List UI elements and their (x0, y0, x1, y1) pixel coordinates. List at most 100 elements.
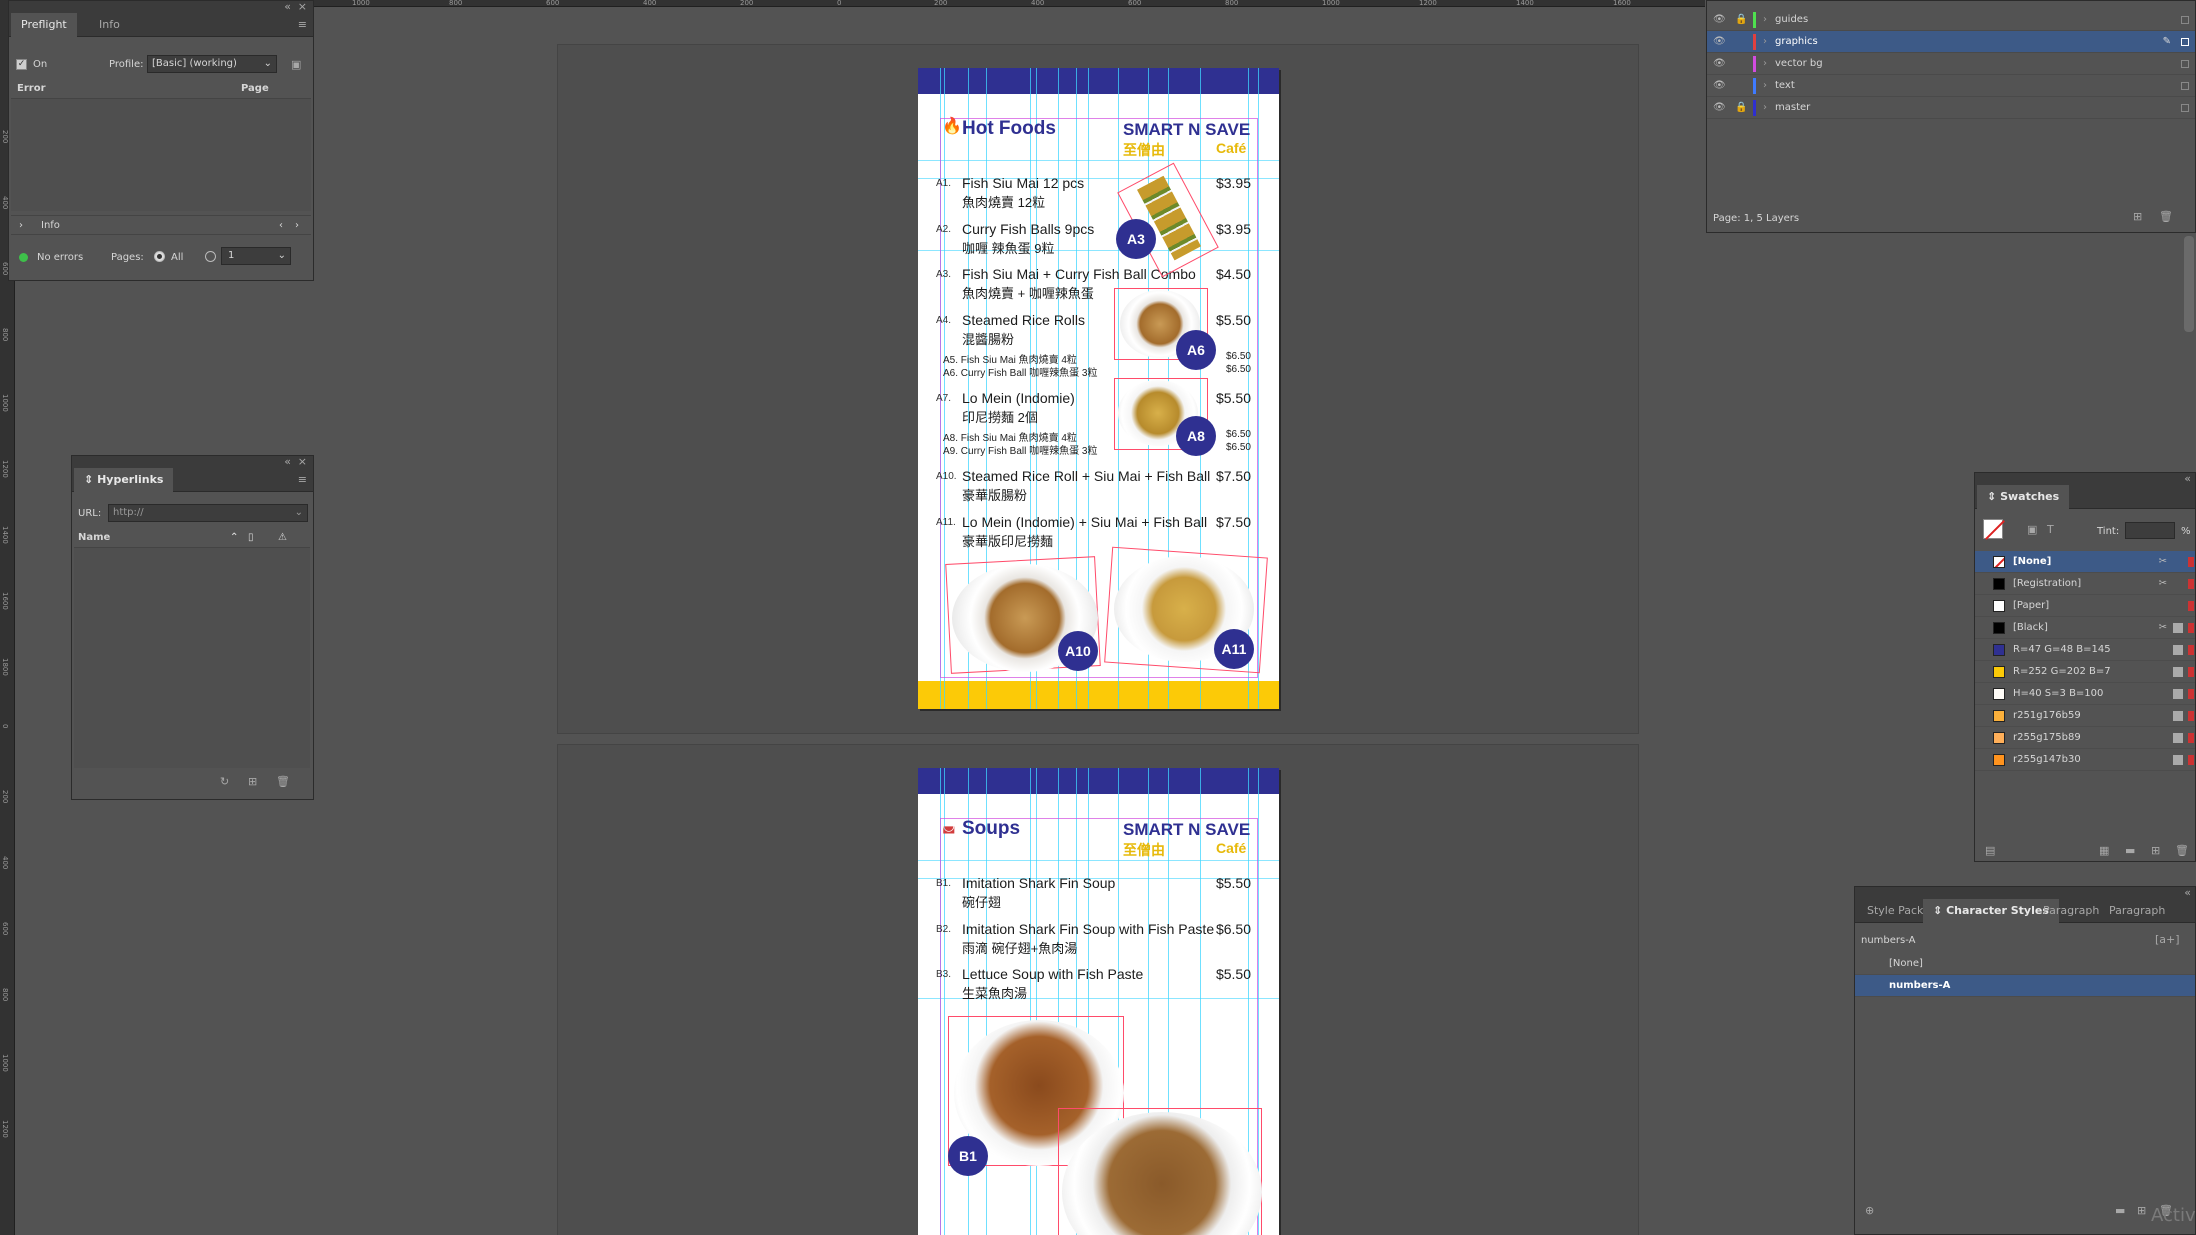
hyperlink-list[interactable] (74, 548, 310, 768)
radio-all[interactable] (154, 251, 165, 262)
panel-header[interactable]: « × (9, 1, 313, 13)
swatch-view-icon[interactable]: ▦ (2099, 845, 2109, 857)
swatch-name: H=40 S=3 B=100 (2013, 688, 2104, 699)
swatch-row[interactable]: r255g147b30 (1975, 749, 2195, 771)
tint-unit: % (2181, 526, 2191, 537)
eye-icon[interactable]: 👁 (1713, 9, 1726, 31)
style-item-numbers-a[interactable]: numbers-A (1855, 975, 2195, 997)
collapse-icon[interactable]: « (284, 456, 291, 468)
show-all-icon[interactable]: ▤ (1985, 845, 1995, 857)
panel-header[interactable]: « (1975, 473, 2195, 485)
layer-row-guides[interactable]: 👁 🔒 › guides (1707, 9, 2195, 31)
layer-row-master[interactable]: 👁 🔒 › master (1707, 97, 2195, 119)
radio-range[interactable] (205, 251, 216, 262)
panel-header[interactable]: « (1855, 887, 2195, 899)
eye-icon[interactable]: 👁 (1713, 97, 1726, 119)
scrollbar-thumb[interactable] (2184, 236, 2194, 332)
style-group-icon[interactable]: ⊕ (1865, 1205, 1874, 1217)
page-icon[interactable]: ▯ (248, 528, 254, 548)
swatch-row[interactable]: [Registration] ✂ (1975, 573, 2195, 595)
ruler-tick-label: 600 (1, 922, 9, 936)
trash-icon[interactable]: 🗑 (2159, 211, 2173, 223)
swatch-row[interactable]: r255g175b89 (1975, 727, 2195, 749)
expand-icon[interactable]: › (1763, 75, 1767, 97)
new-style-from-selection-icon[interactable]: [a+] (2155, 934, 2180, 946)
style-item-none[interactable]: [None] (1855, 953, 2195, 975)
target-square-icon[interactable] (2181, 38, 2189, 46)
swatch-row[interactable]: R=47 G=48 B=145 (1975, 639, 2195, 661)
fill-stroke-icon[interactable] (1983, 519, 2005, 540)
container-icon[interactable]: ▣ (2027, 524, 2037, 536)
eye-icon[interactable]: 👁 (1713, 53, 1726, 75)
profile-label: Profile: (109, 59, 144, 70)
target-square-icon[interactable] (2181, 82, 2189, 90)
panel-menu-icon[interactable]: ≡ (298, 19, 307, 31)
panel-header[interactable]: « × (72, 456, 313, 468)
lock-icon[interactable]: 🔒 (1735, 97, 1747, 119)
eye-icon[interactable]: 👁 (1713, 75, 1726, 97)
trash-icon[interactable]: 🗑 (2175, 845, 2189, 857)
target-square-icon[interactable] (2181, 104, 2189, 112)
on-label: On (33, 59, 48, 70)
pages-label: Pages: (111, 252, 144, 263)
lock-icon[interactable]: 🔒 (1735, 9, 1747, 31)
eye-icon[interactable]: 👁 (1713, 31, 1726, 53)
expand-icon[interactable]: › (1763, 53, 1767, 75)
panel-menu-icon[interactable]: ≡ (298, 474, 307, 486)
new-hyperlink-icon[interactable]: ⊞ (248, 776, 257, 788)
collapse-icon[interactable]: « (284, 1, 291, 13)
profile-select[interactable]: [Basic] (working) ⌄ (147, 55, 277, 73)
swatch-row[interactable]: [None] ✂ (1975, 551, 2195, 573)
new-style-icon[interactable]: ⊞ (2137, 1205, 2146, 1217)
close-icon[interactable]: × (298, 456, 307, 468)
expand-icon[interactable]: › (1763, 31, 1767, 53)
ruler-tick-label: 1000 (1, 1054, 9, 1072)
swatch-row[interactable]: r251g176b59 (1975, 705, 2195, 727)
tab-swatches[interactable]: ⇕ Swatches (1977, 485, 2070, 509)
tab-hyperlinks[interactable]: ⇕ Hyperlinks (74, 468, 174, 492)
top-band (918, 68, 1279, 94)
profile-define-icon[interactable]: ▣ (291, 59, 301, 71)
trash-icon[interactable]: 🗑 (276, 776, 290, 788)
col-name[interactable]: Name (78, 528, 110, 548)
tab-info[interactable]: Info (89, 13, 130, 37)
col-page[interactable]: Page (241, 79, 269, 99)
new-swatch-icon[interactable]: ⊞ (2151, 845, 2160, 857)
on-checkbox[interactable]: ✓ (16, 59, 27, 70)
tab-preflight[interactable]: Preflight (11, 13, 77, 37)
layer-row-vector-bg[interactable]: 👁 › vector bg (1707, 53, 2195, 75)
layer-row-text[interactable]: 👁 › text (1707, 75, 2195, 97)
swatch-row[interactable]: [Black] ✂ (1975, 617, 2195, 639)
swatch-row[interactable]: R=252 G=202 B=7 (1975, 661, 2195, 683)
error-list[interactable] (11, 99, 311, 211)
refresh-icon[interactable]: ↻ (220, 776, 229, 788)
tab-paragraph-2[interactable]: Paragraph (2099, 899, 2175, 923)
tint-input[interactable] (2125, 522, 2175, 539)
text-icon[interactable]: T (2047, 524, 2054, 536)
page-1[interactable]: 🔥 Hot Foods SMART N SAVE 至僧由 Café A1. Fis… (918, 68, 1279, 709)
expand-icon[interactable]: › (1763, 9, 1767, 31)
url-input[interactable]: http://⌄ (108, 504, 308, 522)
layer-row-graphics[interactable]: 👁 › graphics ✎ (1707, 31, 2195, 53)
chevron-down-icon: ⌄ (263, 58, 272, 69)
folder-icon[interactable]: ▬ (2115, 1205, 2125, 1217)
expand-icon[interactable]: › (1763, 97, 1767, 119)
folder-icon[interactable]: ▬ (2125, 845, 2135, 857)
new-layer-icon[interactable]: ⊞ (2133, 211, 2142, 223)
page-range-input[interactable]: 1 ⌄ (221, 247, 291, 265)
section-title[interactable]: Soups (962, 818, 1020, 840)
swatch-row[interactable]: [Paper] (1975, 595, 2195, 617)
target-square-icon[interactable] (2181, 16, 2189, 24)
target-square-icon[interactable] (2181, 60, 2189, 68)
section-title[interactable]: Hot Foods (962, 118, 1056, 140)
warning-icon[interactable]: ⚠ (278, 528, 287, 548)
ruler-tick-label: 200 (934, 0, 948, 7)
info-row[interactable]: › Info ‹ › (11, 215, 311, 235)
close-icon[interactable]: × (298, 1, 307, 13)
page-2[interactable]: ◛ Soups SMART N SAVE 至僧由 Café B1. Imitati… (918, 768, 1279, 1235)
sort-icon[interactable]: ⌃ (230, 528, 238, 548)
tab-paragraph[interactable]: Paragraph (2033, 899, 2109, 923)
col-error[interactable]: Error (17, 79, 46, 99)
swatch-row[interactable]: H=40 S=3 B=100 (1975, 683, 2195, 705)
color-mode-icon (2173, 667, 2183, 677)
